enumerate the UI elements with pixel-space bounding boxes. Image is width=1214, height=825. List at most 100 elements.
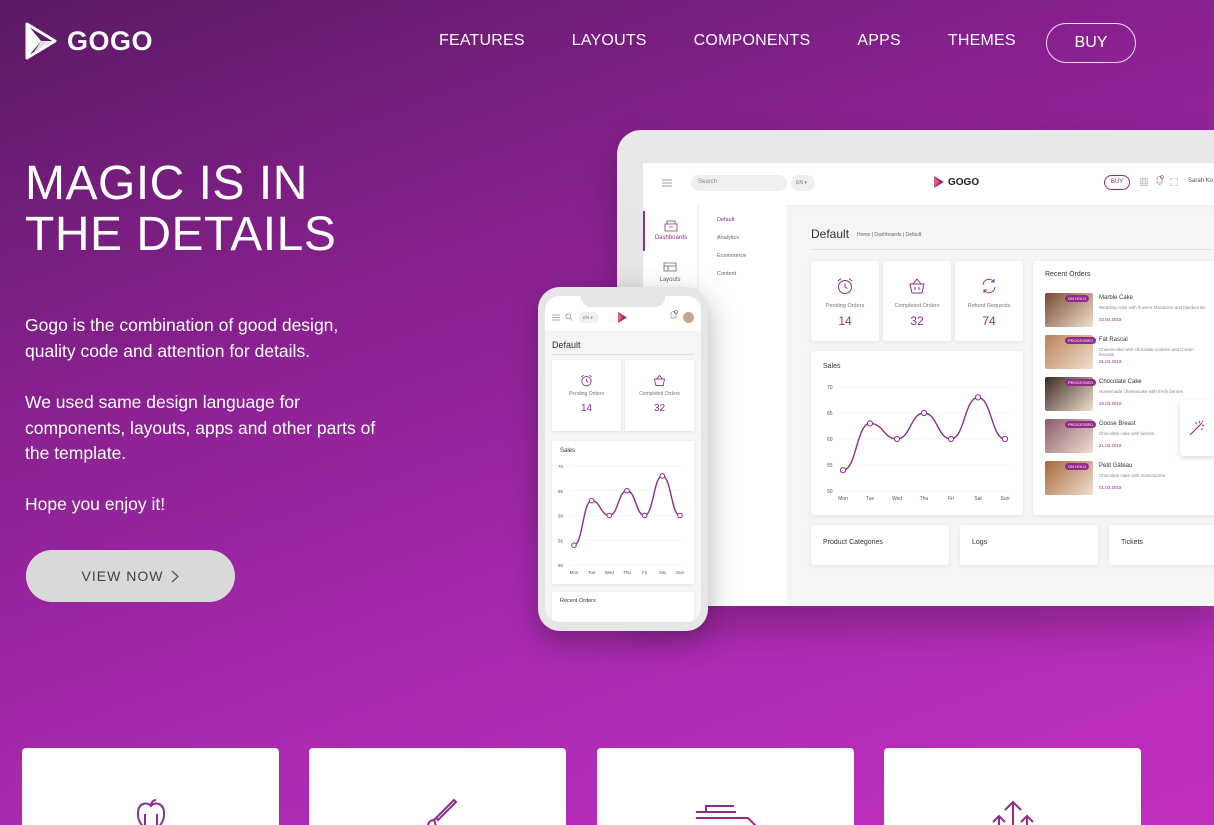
stat-label: Completed Orders [639, 391, 680, 397]
stat-completed-orders[interactable]: Completed Orders 32 [883, 261, 951, 341]
layouts-icon [663, 262, 677, 272]
nav-layouts[interactable]: LAYOUTS [572, 32, 647, 50]
nav-apps[interactable]: APPS [857, 32, 901, 50]
nav-components[interactable]: COMPONENTS [694, 32, 811, 50]
feature-card-2[interactable] [309, 748, 566, 825]
submenu-content[interactable]: Content [717, 271, 787, 277]
stat-refund-requests[interactable]: Refund Requests 74 [955, 261, 1023, 341]
sales-point [839, 467, 847, 474]
sales-point [588, 497, 595, 504]
dashboard-search-placeholder: Search [698, 179, 718, 185]
order-description: Cheesecake with chocolate cookies and Cr… [1099, 347, 1194, 357]
tickets-title: Tickets [1121, 539, 1143, 546]
phone-lang[interactable]: EN ▾ [579, 312, 599, 323]
buy-button[interactable]: BUY [1046, 23, 1136, 63]
menu-item-layouts[interactable]: Layouts [643, 259, 697, 289]
order-date: 01.03.2018 [1099, 485, 1122, 490]
product-categories-card: Product Categories [811, 525, 949, 565]
order-status-badge: PROCESSED [1065, 337, 1097, 344]
dashboard-buy-button[interactable]: BUY [1104, 175, 1130, 190]
dashboard-topbar: Search EN ▾ GOGO BUY Sarah Ko [643, 163, 1214, 205]
sales-point [974, 394, 982, 401]
submenu-ecommerce[interactable]: Ecommerce [717, 253, 787, 259]
order-name: Petit Gâteau [1099, 463, 1133, 469]
order-date: 25.03.2018 [1099, 401, 1122, 406]
feature-card-4[interactable] [884, 748, 1141, 825]
sales-point [606, 512, 613, 519]
submenu-analytics[interactable]: Analytics [717, 235, 787, 241]
stat-value: 74 [982, 314, 996, 328]
bell-icon [670, 310, 678, 319]
logs-title: Logs [972, 539, 988, 546]
sales-point [893, 435, 901, 443]
view-now-button[interactable]: VIEW NOW [26, 550, 235, 602]
dashboard-breadcrumb: Home | Dashboards | Default [857, 232, 922, 238]
phone-stat-pending[interactable]: Pending Orders 14 [552, 360, 621, 431]
recent-order-item[interactable]: PROCESSED Fat Rascal Cheesecake with choco… [1045, 335, 1214, 371]
order-date: 21.03.2018 [1099, 443, 1122, 448]
hero-title: MAGIC IS IN THE DETAILS [25, 158, 336, 260]
sales-line [842, 396, 1006, 471]
x-tick-label: Mon [570, 570, 579, 575]
menu-item-dashboards[interactable]: Dashboards [643, 211, 697, 251]
view-now-label: VIEW NOW [81, 568, 164, 584]
phone-notch [581, 296, 665, 307]
product-categories-title: Product Categories [823, 539, 883, 546]
phone-sales-card: Sales 50 55 60 65 70 Mon Tue Wed Thu Fri Sat Sun [552, 441, 694, 584]
order-status-badge: ON HOLD [1065, 295, 1090, 302]
x-tick-label: Mon [838, 496, 848, 502]
basket-icon [653, 374, 666, 386]
menu-icon [552, 314, 560, 321]
alarm-clock-icon [581, 374, 592, 387]
brush-icon [426, 798, 457, 825]
arrows-up-icon [991, 800, 1034, 825]
nav-links: FEATURES LAYOUTS COMPONENTS APPS THEMES [439, 32, 1063, 50]
dashboard-icon [664, 220, 678, 232]
nav-features[interactable]: FEATURES [439, 32, 525, 50]
stack-icon [695, 805, 756, 825]
sales-card: Sales 50 55 60 65 70 Mon Tue Wed Thu Fri Sat Sun [811, 351, 1023, 515]
x-tick-label: Wed [605, 570, 615, 575]
menu-item-layouts-label: Layouts [659, 277, 681, 283]
recent-order-item[interactable]: ON HOLD Marble Cake Wedding cake with flow… [1045, 293, 1214, 329]
y-tick-label: 50 [558, 563, 564, 568]
sales-chart: 50 55 60 65 70 Mon Tue Wed Thu Fri Sat Sun [827, 385, 1010, 502]
x-tick-label: Tue [588, 570, 596, 575]
stat-value: 32 [653, 403, 666, 414]
logo[interactable]: GOGO [25, 22, 153, 60]
stat-pending-orders[interactable]: Pending Orders 14 [811, 261, 879, 341]
sales-point [677, 512, 683, 519]
apple-icon [136, 799, 165, 825]
theme-customizer-button[interactable] [1180, 400, 1214, 456]
recent-order-item[interactable]: ON HOLD Petit Gâteau Chocolate cake with m… [1045, 461, 1214, 497]
x-tick-label: Sat [659, 570, 667, 575]
dashboard-screen: Search EN ▾ GOGO BUY Sarah Ko Dashboards… [643, 163, 1214, 606]
x-tick-label: Wed [892, 496, 902, 502]
logs-card: Logs [960, 525, 1098, 565]
dashboard-user-name: Sarah Ko [1188, 178, 1214, 184]
stat-label: Pending Orders [568, 391, 605, 397]
feature-card-3[interactable] [597, 748, 854, 825]
phone-logo-icon [618, 312, 627, 323]
order-status-badge: PROCESSED [1065, 421, 1097, 428]
refresh-icon [982, 278, 996, 294]
basket-icon [909, 278, 925, 294]
search-icon [565, 313, 573, 321]
dashboard-search[interactable]: Search [691, 175, 787, 191]
nav-themes[interactable]: THEMES [948, 32, 1016, 50]
avatar[interactable] [682, 311, 695, 324]
dashboard-logo-icon [934, 176, 944, 188]
x-tick-label: Thu [623, 570, 631, 575]
feature-card-1[interactable] [22, 748, 279, 825]
stat-value: 14 [580, 403, 593, 414]
x-tick-label: Sat [974, 496, 982, 502]
phone-page-title: Default [552, 340, 581, 350]
submenu-default[interactable]: Default [717, 217, 787, 223]
y-tick-label: 60 [558, 514, 564, 519]
chevron-right-icon [171, 570, 180, 582]
hero-title-line1: MAGIC IS IN [25, 157, 308, 210]
phone-stat-completed[interactable]: Completed Orders 32 [625, 360, 694, 431]
hero-paragraph-3: Hope you enjoy it! [25, 494, 166, 514]
dashboard-lang[interactable]: EN ▾ [791, 175, 815, 191]
x-tick-label: Fri [948, 496, 954, 502]
